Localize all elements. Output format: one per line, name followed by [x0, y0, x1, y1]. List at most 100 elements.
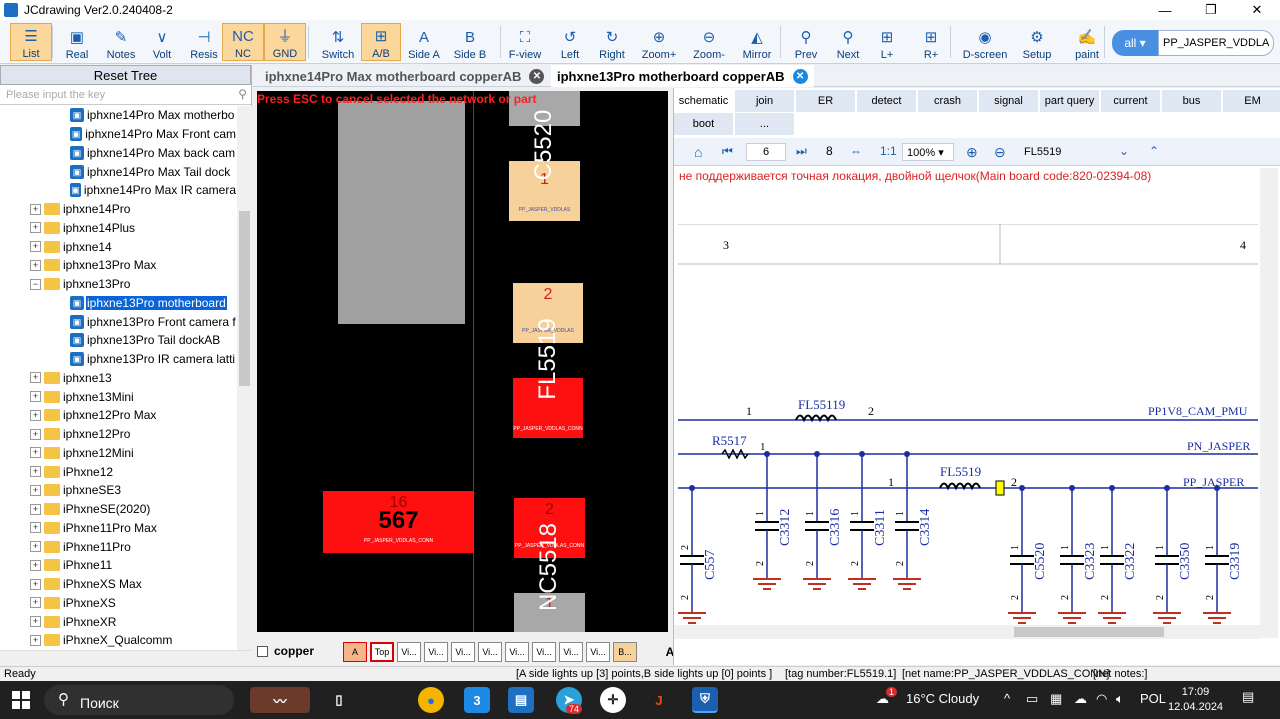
tree-item[interactable]: ▣ iphxne14Pro Max motherbo [0, 106, 237, 125]
network-icon[interactable]: ▭ [1026, 691, 1038, 707]
layer-button[interactable]: Vi... [397, 642, 421, 662]
notifications-icon[interactable]: ▤ [1242, 689, 1254, 705]
layer-button[interactable]: A [343, 642, 367, 662]
weather-text[interactable]: 16°C Cloudy [906, 691, 979, 706]
layer-button[interactable]: Top [370, 642, 394, 662]
tab-schematic[interactable]: schematic [674, 90, 734, 112]
capacitor-c557[interactable]: C557 2 2 [678, 485, 718, 624]
expand-toggle-icon[interactable]: + [30, 241, 41, 253]
expand-toggle-icon[interactable]: + [30, 522, 41, 534]
toolbar-side-b-button[interactable]: B Side B [450, 23, 490, 61]
tree-item[interactable]: + iPhxneX_Qualcomm [0, 631, 237, 650]
clock[interactable]: 17:09 12.04.2024 [1168, 685, 1223, 715]
tree-item[interactable]: − iphxne13Pro [0, 275, 237, 294]
first-page-icon[interactable]: ⏮ [722, 144, 733, 159]
toolbar-f-view-button[interactable]: ⛶ F-view [504, 23, 546, 61]
schematic-canvas[interactable]: 3 4 1 FL55119 2 PP1V8_CAM_PMU R5517 1 PN… [678, 224, 1258, 629]
zoom-out-icon[interactable]: ⊖ [994, 144, 1006, 161]
expand-toggle-icon[interactable]: + [30, 616, 41, 628]
expand-toggle-icon[interactable]: + [30, 466, 41, 478]
tree-item[interactable]: + iphxne14Plus [0, 219, 237, 238]
layer-button[interactable]: B... [613, 642, 637, 662]
expand-toggle-icon[interactable]: + [30, 634, 41, 646]
jcdrawing-taskbar-icon[interactable]: ⛨ [692, 687, 718, 713]
language-indicator[interactable]: POL [1140, 691, 1166, 706]
toolbar-prev-button[interactable]: ⚲ Prev [787, 23, 825, 61]
expand-toggle-icon[interactable]: + [30, 428, 41, 440]
expand-toggle-icon[interactable]: + [30, 391, 41, 403]
expand-toggle-icon[interactable]: + [30, 372, 41, 384]
toolbar-next-button[interactable]: ⚲ Next [827, 23, 869, 61]
toolbar-volt-button[interactable]: ∨ Volt [143, 23, 181, 61]
tab-more[interactable]: ... [735, 113, 795, 135]
cloud-icon[interactable]: ☁ [1074, 691, 1087, 707]
copper-checkbox[interactable] [257, 646, 268, 657]
tab-EM[interactable]: EM [1223, 90, 1280, 112]
expand-toggle-icon[interactable]: + [30, 541, 41, 553]
tab-13pro[interactable]: iphxne13Pro motherboard copperAB ✕ [551, 65, 814, 87]
tab-part-query[interactable]: part query [1040, 90, 1100, 112]
layer-button[interactable]: Vi... [505, 642, 529, 662]
capacitor-c3323[interactable]: C3323 1 2 [1058, 485, 1098, 624]
zoom-in-icon[interactable]: ⊕ [966, 144, 978, 161]
part-c5520[interactable]: 1 PP_JASPER_VDDLAS C5520 [509, 91, 580, 221]
tree-item[interactable]: ▣ iphxne14Pro Max IR camera [0, 181, 237, 200]
toolbar-left-button[interactable]: ↺ Left [550, 23, 590, 61]
minimize-button[interactable]: — [1142, 0, 1188, 20]
tree-item[interactable]: + iphxne12Mini [0, 444, 237, 463]
tree-item[interactable]: + iPhxneXS [0, 594, 237, 613]
toolbar-right-button[interactable]: ↻ Right [591, 23, 633, 61]
toolbar-list-button[interactable]: ☰ List [10, 23, 52, 61]
app-3-icon[interactable]: 3 [464, 687, 490, 713]
expand-toggle-icon[interactable]: + [30, 484, 41, 496]
capacitor-c5520[interactable]: C5520 1 2 [1008, 485, 1048, 624]
capacitor-c3322[interactable]: C3322 1 2 [1098, 485, 1138, 624]
expand-toggle-icon[interactable]: + [30, 447, 41, 459]
capacitor-c3350[interactable]: C3350 1 2 [1153, 485, 1193, 624]
tab-ER[interactable]: ER [796, 90, 856, 112]
toolbar-switch-button[interactable]: ⇅ Switch [316, 23, 360, 61]
maximize-button[interactable]: ❐ [1188, 0, 1234, 20]
capacitor-c3314[interactable]: C3314 1 2 [893, 451, 933, 590]
layer-button[interactable]: Vi... [532, 642, 556, 662]
scope-select[interactable]: all ▾ [1112, 30, 1158, 56]
find-prev-icon[interactable]: ⌃ [1149, 144, 1159, 158]
layer-button[interactable]: Vi... [478, 642, 502, 662]
layer-button[interactable]: Vi... [586, 642, 610, 662]
task-view-icon[interactable]: ▯ [326, 687, 352, 713]
part-567-pad[interactable]: 16 567 PP_JASPER_VDDLAS_CONN [323, 491, 474, 553]
tab-bus[interactable]: bus [1162, 90, 1222, 112]
capacitor-c3311[interactable]: C3311 1 2 [848, 451, 888, 590]
reset-tree-button[interactable]: Reset Tree [0, 65, 251, 85]
app-compass-icon[interactable]: ✛ [600, 687, 626, 713]
volume-icon[interactable]: 🔈︎ [1116, 691, 1124, 707]
toolbar-setup-button[interactable]: ⚙ Setup [1016, 23, 1058, 61]
expand-toggle-icon[interactable]: + [30, 597, 41, 609]
tree-item[interactable]: + iPhxne11 [0, 556, 237, 575]
selected-pin-marker[interactable] [995, 480, 1005, 496]
toolbar-r--button[interactable]: ⊞ R+ [912, 23, 950, 61]
tree-item[interactable]: + iphxne14Pro [0, 200, 237, 219]
toolbar-notes-button[interactable]: ✎ Notes [100, 23, 142, 61]
chrome-icon[interactable]: ● [418, 687, 444, 713]
toolbar-gnd-button[interactable]: ⏚ GND [264, 23, 306, 61]
part-nc5518[interactable]: 2 PP_JASPER_VDDLAS_CONN 1 NC5518 [514, 498, 585, 632]
zoom-select[interactable]: 100% ▾ [902, 143, 954, 161]
toolbar-a-b-button[interactable]: ⊞ A/B [361, 23, 401, 61]
app-j-icon[interactable]: J [646, 687, 672, 713]
tree-horizontal-scrollbar[interactable] [0, 650, 252, 665]
expand-toggle-icon[interactable]: + [30, 503, 41, 515]
tree-item[interactable]: + iphxne13Pro Max [0, 256, 237, 275]
toolbar-d-screen-button[interactable]: ◉ D-screen [958, 23, 1012, 61]
next-page-icon[interactable]: ⏭ [796, 144, 807, 159]
windows-start-icon[interactable] [12, 691, 30, 709]
toolbar-zoom--button[interactable]: ⊖ Zoom- [688, 23, 730, 61]
layer-button[interactable]: Vi... [424, 642, 448, 662]
toolbar-paint-button[interactable]: ✍ paint [1066, 23, 1108, 61]
tree-item[interactable]: + iPhxneSE(2020) [0, 500, 237, 519]
layer-button[interactable]: Vi... [559, 642, 583, 662]
tab-signal[interactable]: signal [979, 90, 1039, 112]
tree-item[interactable]: ▣ iphxne14Pro Max Tail dock [0, 162, 237, 181]
tree-vertical-scrollbar[interactable] [237, 106, 252, 650]
tree-item[interactable]: + iphxne12Pro [0, 425, 237, 444]
